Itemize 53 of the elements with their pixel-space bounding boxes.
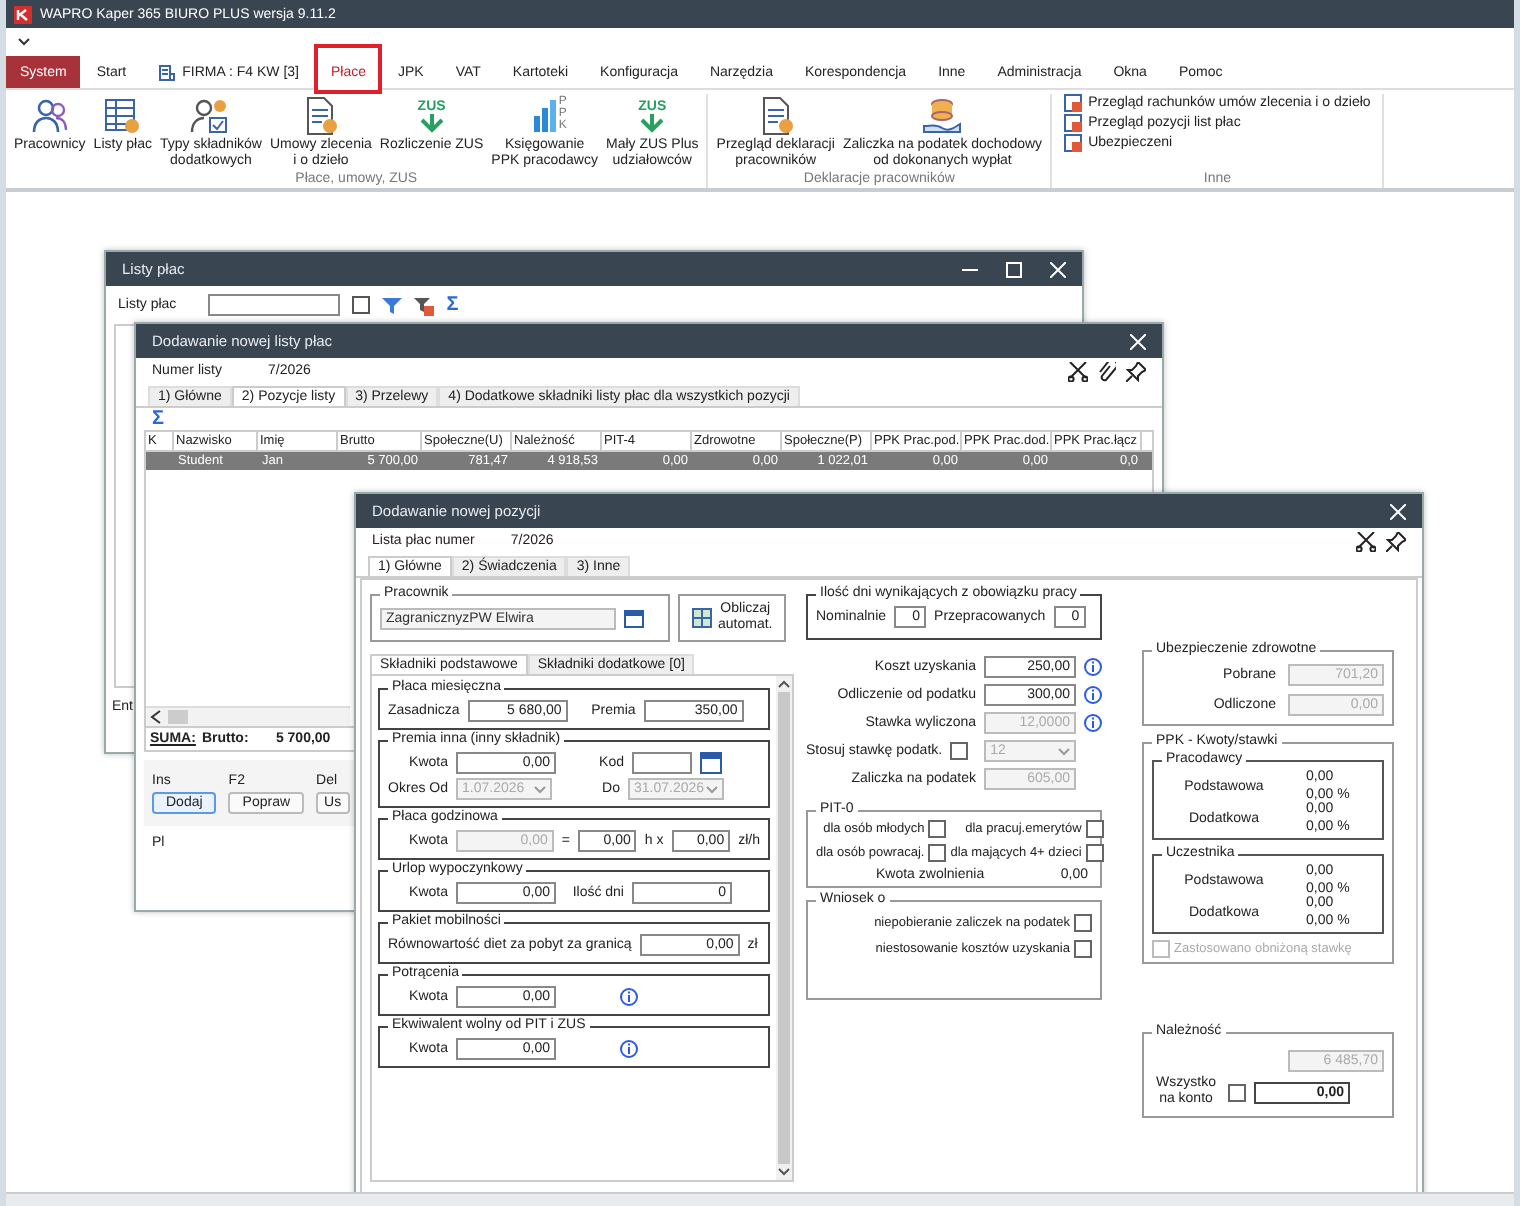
filter-field[interactable] [208,294,341,316]
table-icon [102,96,143,136]
sum-button[interactable]: Σ [144,410,173,430]
filter-clear-icon[interactable] [414,295,435,315]
checkbox-icon[interactable] [352,296,371,314]
scrollbar[interactable] [776,676,792,1180]
filter-icon[interactable] [382,295,403,315]
close-icon[interactable] [1050,261,1066,277]
person-checkbox-icon [190,96,231,136]
scissors-icon[interactable] [1356,531,1376,551]
grid-icon [692,608,712,628]
checkbox[interactable] [1085,820,1104,838]
arrow-icon [417,113,446,133]
scrollbar-thumb[interactable] [778,692,790,1164]
people-icon [29,96,70,136]
arrow-icon [638,113,667,133]
checkbox[interactable] [928,820,947,838]
scroll-down-icon[interactable] [778,1168,790,1176]
scrollbar[interactable] [146,706,350,726]
sum-symbol[interactable]: Σ [446,295,459,315]
input-field[interactable] [632,752,692,774]
pin-icon[interactable] [1386,531,1406,551]
chevron-down-icon [706,785,718,793]
app-logo-icon [14,5,32,23]
checkbox[interactable] [1228,1083,1246,1101]
scroll-up-icon[interactable] [778,680,790,688]
info-icon[interactable] [1084,686,1102,704]
info-icon[interactable] [620,988,638,1006]
document-icon [1064,134,1083,152]
scrollbar-thumb[interactable] [168,710,188,724]
bar-chart-icon [532,100,557,132]
calendar-icon[interactable] [624,610,644,628]
info-icon[interactable] [1084,658,1102,676]
info-icon[interactable] [620,1040,638,1058]
checkbox[interactable] [1085,844,1104,862]
calendar-icon[interactable] [700,752,722,774]
paperclip-icon[interactable] [1098,361,1116,381]
coins-hand-icon [922,96,963,136]
checkbox[interactable] [928,844,947,862]
scroll-left-icon[interactable] [150,710,162,724]
checkbox[interactable] [1074,940,1092,958]
close-icon[interactable] [1390,503,1406,519]
checkbox[interactable] [1074,914,1092,932]
chevron-down-icon[interactable] [18,38,30,46]
document-icon [1064,94,1083,112]
maximize-icon[interactable] [1006,261,1022,277]
chevron-down-icon [534,785,546,793]
pin-icon[interactable] [1126,361,1146,381]
document-icon [1064,114,1083,132]
scissors-icon[interactable] [1068,361,1088,381]
close-icon[interactable] [1130,333,1146,349]
building-icon [158,63,177,81]
chevron-down-icon [1058,747,1071,755]
